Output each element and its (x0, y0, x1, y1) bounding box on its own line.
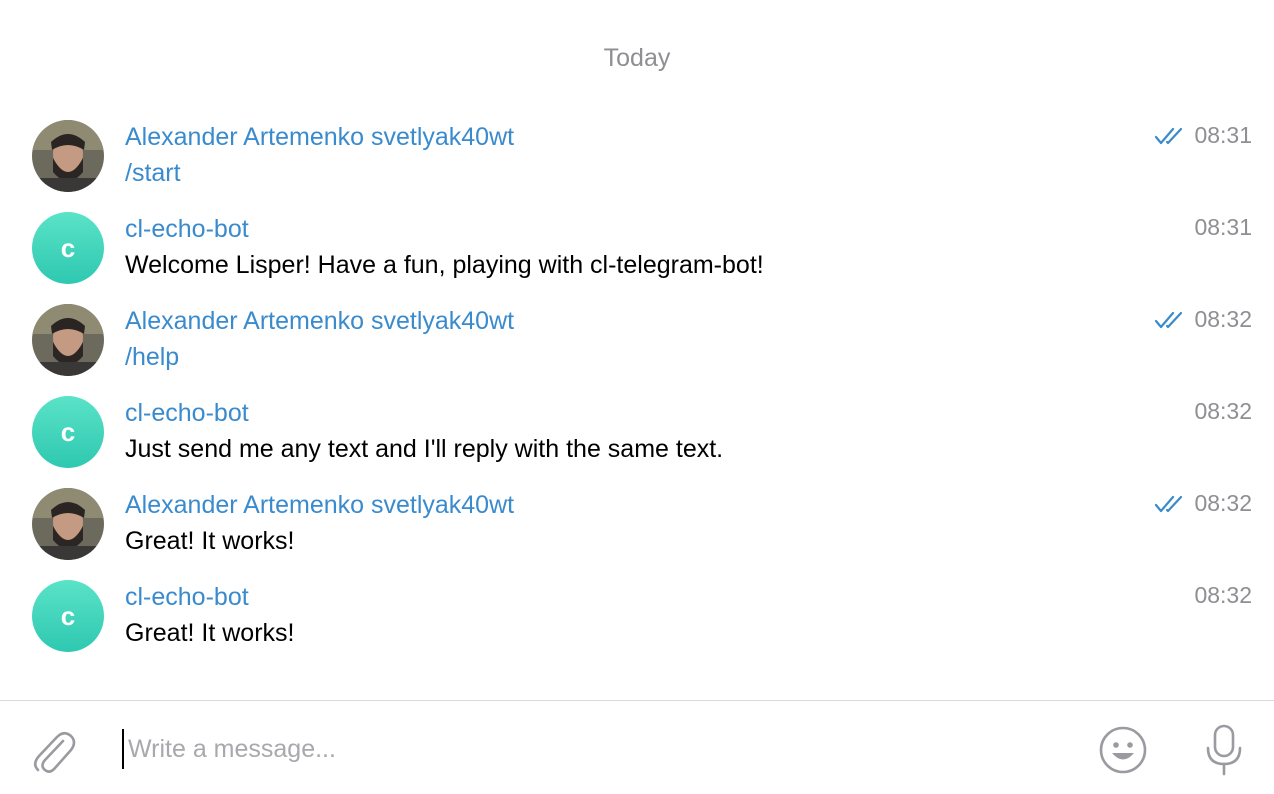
message-text: Welcome Lisper! Have a fun, playing with… (125, 251, 764, 279)
message-meta: 08:32 (1194, 398, 1252, 425)
double-check-icon (1155, 127, 1183, 144)
message-meta: 08:32 (1154, 306, 1252, 333)
user-avatar[interactable] (32, 304, 104, 376)
message-sender[interactable]: Alexander Artemenko svetlyak40wt (125, 307, 514, 336)
user-photo (32, 488, 104, 560)
message-sender[interactable]: cl-echo-bot (125, 215, 249, 244)
paperclip-icon[interactable] (30, 727, 76, 775)
message-sender[interactable]: Alexander Artemenko svetlyak40wt (125, 123, 514, 152)
message-time: 08:31 (1194, 122, 1252, 148)
message-row[interactable]: Alexander Artemenko svetlyak40wt /start … (0, 120, 1274, 212)
user-photo (32, 304, 104, 376)
user-avatar[interactable] (32, 120, 104, 192)
message-composer (0, 700, 1274, 794)
message-meta: 08:32 (1154, 490, 1252, 517)
double-check-icon (1155, 495, 1183, 512)
message-sender[interactable]: cl-echo-bot (125, 399, 249, 428)
message-input[interactable] (122, 729, 1028, 769)
user-photo (32, 120, 104, 192)
user-avatar[interactable] (32, 488, 104, 560)
message-row[interactable]: c cl-echo-bot Welcome Lisper! Have a fun… (0, 212, 1274, 304)
message-meta: 08:32 (1194, 582, 1252, 609)
microphone-icon[interactable] (1204, 723, 1244, 777)
message-text[interactable]: /help (125, 343, 179, 372)
message-sender[interactable]: Alexander Artemenko svetlyak40wt (125, 491, 514, 520)
message-sender[interactable]: cl-echo-bot (125, 583, 249, 612)
message-time: 08:32 (1194, 306, 1252, 332)
smiley-icon[interactable] (1098, 725, 1148, 775)
message-text: Great! It works! (125, 619, 295, 647)
message-time: 08:31 (1194, 214, 1252, 240)
message-meta: 08:31 (1154, 122, 1252, 149)
bot-avatar[interactable]: c (32, 580, 104, 652)
message-time: 08:32 (1194, 582, 1252, 608)
bot-avatar[interactable]: c (32, 396, 104, 468)
message-text: Just send me any text and I'll reply wit… (125, 435, 724, 463)
message-text[interactable]: /start (125, 159, 181, 188)
message-text: Great! It works! (125, 527, 295, 555)
bot-avatar[interactable]: c (32, 212, 104, 284)
message-time: 08:32 (1194, 490, 1252, 516)
message-row[interactable]: Alexander Artemenko svetlyak40wt Great! … (0, 488, 1274, 580)
message-row[interactable]: c cl-echo-bot Great! It works! 08:32 (0, 580, 1274, 672)
message-time: 08:32 (1194, 398, 1252, 424)
chat-history: Today Alexander Artemenko svetlyak40wt /… (0, 0, 1274, 700)
date-separator: Today (603, 44, 671, 72)
double-check-icon (1155, 311, 1183, 328)
message-row[interactable]: Alexander Artemenko svetlyak40wt /help 0… (0, 304, 1274, 396)
message-row[interactable]: c cl-echo-bot Just send me any text and … (0, 396, 1274, 488)
message-meta: 08:31 (1194, 214, 1252, 241)
